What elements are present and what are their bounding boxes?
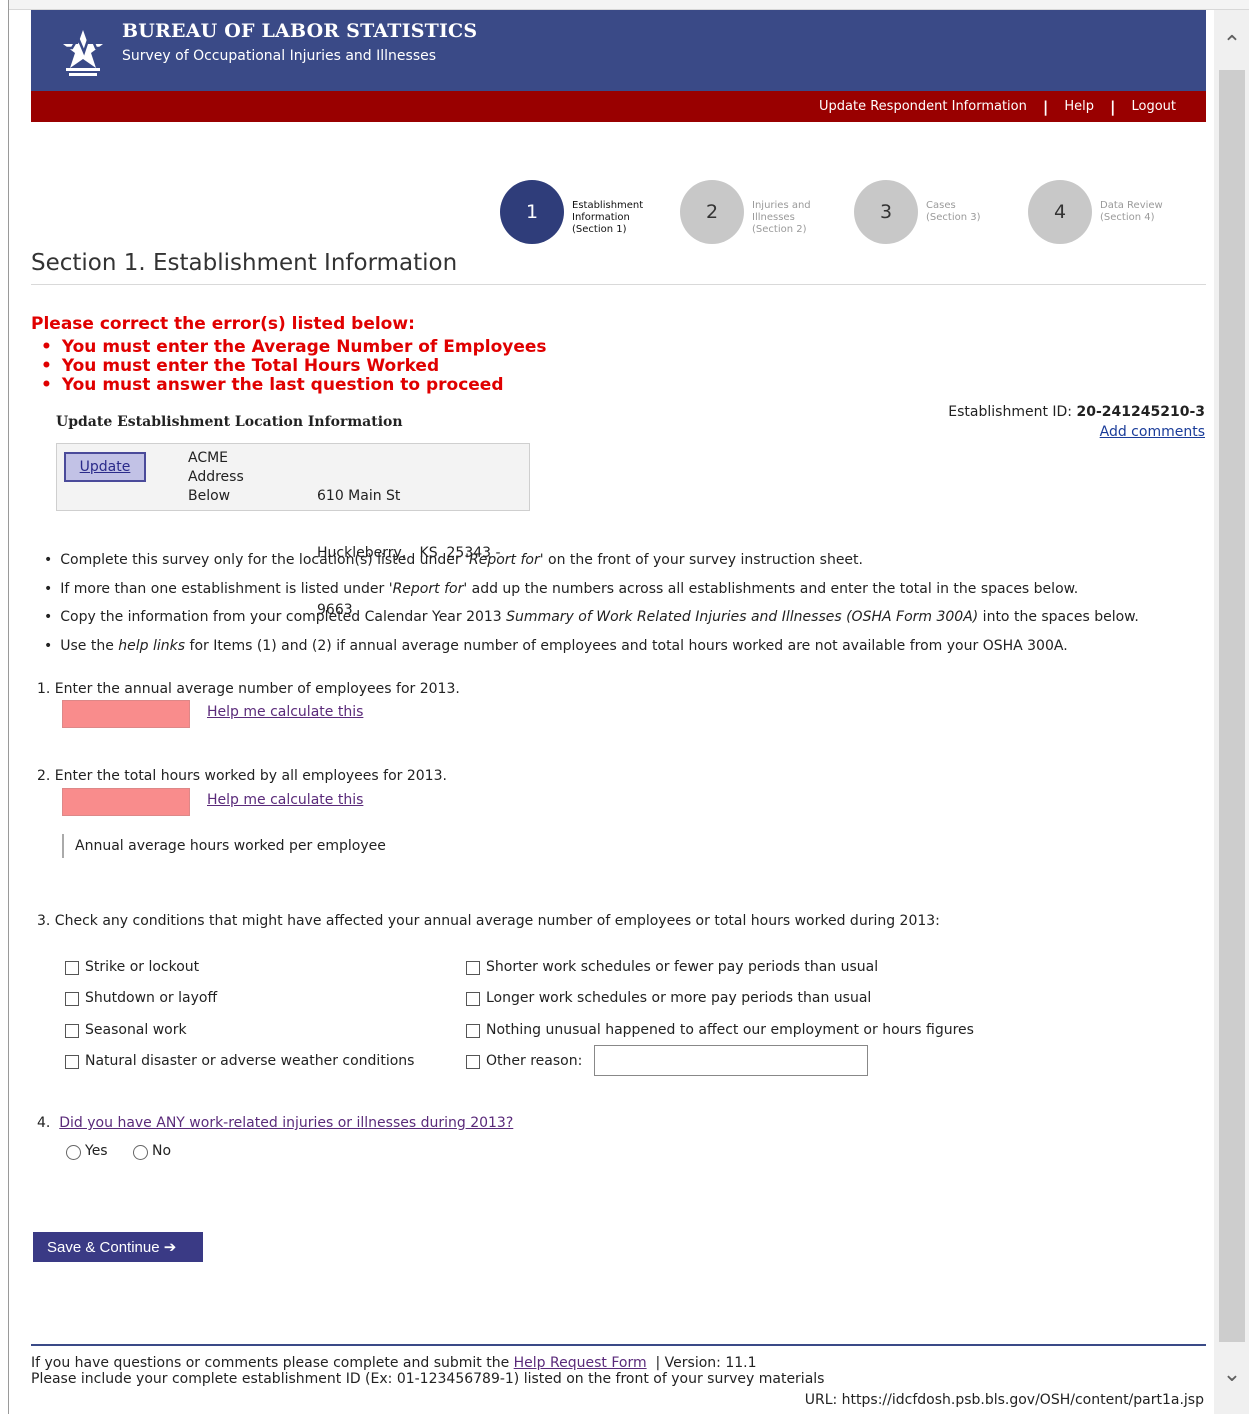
bls-logo-icon	[60, 30, 106, 76]
footer-divider	[31, 1344, 1206, 1346]
address-box: Update ACME Address Below 610 Main St Hu…	[56, 443, 530, 618]
save-continue-button[interactable]: Save & Continue ➔	[33, 1232, 203, 1262]
checkbox-box[interactable]	[65, 961, 79, 975]
step-4-label: Data Review (Section 4)	[1100, 200, 1163, 223]
step-1-circle: 1	[500, 180, 564, 244]
footer-url: URL: https://idcfdosh.psb.bls.gov/OSH/co…	[804, 1392, 1204, 1408]
instructions-list: Complete this survey only for the locati…	[44, 546, 1139, 660]
checkbox-shutdown[interactable]: Shutdown or layoff	[65, 989, 217, 1006]
nav-separator: |	[1042, 97, 1049, 116]
footer-id-note: Please include your complete establishme…	[31, 1371, 825, 1387]
update-location-heading: Update Establishment Location Informatio…	[56, 414, 403, 430]
update-respondent-link[interactable]: Update Respondent Information	[819, 99, 1027, 114]
checkbox-seasonal[interactable]: Seasonal work	[65, 1021, 187, 1038]
checkbox-box[interactable]	[466, 1055, 480, 1069]
nav-separator: |	[1110, 97, 1116, 116]
instruction-item: If more than one establishment is listed…	[44, 575, 1139, 604]
help-request-form-link[interactable]: Help Request Form	[514, 1355, 647, 1371]
add-comments-link[interactable]: Add comments	[1100, 424, 1205, 440]
q4-link[interactable]: Did you have ANY work-related injuries o…	[59, 1115, 513, 1131]
avg-employees-input[interactable]	[62, 700, 190, 728]
checkbox-strike[interactable]: Strike or lockout	[65, 958, 199, 975]
error-heading: Please correct the error(s) listed below…	[31, 314, 415, 334]
avg-hours-per-employee: Annual average hours worked per employee	[62, 834, 386, 858]
logout-link[interactable]: Logout	[1131, 99, 1176, 114]
top-nav-bar: Update Respondent Information | Help | L…	[31, 91, 1206, 122]
q1-help-link[interactable]: Help me calculate this	[207, 704, 363, 720]
step-3-label: Cases (Section 3)	[926, 200, 981, 223]
scroll-down-icon[interactable]: ⌄	[1219, 1360, 1245, 1390]
radio-circle[interactable]	[66, 1145, 81, 1160]
error-list: You must enter the Average Number of Emp…	[41, 338, 547, 395]
step-1-label: Establishment Information (Section 1)	[572, 200, 644, 235]
radio-circle[interactable]	[133, 1145, 148, 1160]
instruction-item: Complete this survey only for the locati…	[44, 546, 1139, 575]
step-4-circle[interactable]: 4	[1028, 180, 1092, 244]
checkbox-box[interactable]	[65, 1055, 79, 1069]
agency-title: BUREAU OF LABOR STATISTICS	[122, 20, 478, 42]
update-button[interactable]: Update	[64, 452, 146, 482]
q4-number: 4.	[37, 1115, 51, 1131]
checkbox-longer-schedules[interactable]: Longer work schedules or more pay period…	[466, 989, 871, 1006]
footer-help-text: If you have questions or comments please…	[31, 1355, 757, 1371]
survey-subtitle: Survey of Occupational Injuries and Illn…	[122, 48, 437, 64]
title-divider	[31, 284, 1206, 285]
q1-label: 1. Enter the annual average number of em…	[37, 681, 460, 697]
checkbox-box[interactable]	[65, 1024, 79, 1038]
instruction-item: Use the help links for Items (1) and (2)…	[44, 632, 1139, 661]
help-link[interactable]: Help	[1064, 99, 1094, 114]
checkbox-nothing-unusual[interactable]: Nothing unusual happened to affect our e…	[466, 1021, 974, 1038]
establishment-id: Establishment ID: 20-241245210-3	[948, 404, 1205, 420]
checkbox-box[interactable]	[466, 1024, 480, 1038]
error-item: You must answer the last question to pro…	[41, 376, 547, 395]
checkbox-box[interactable]	[65, 992, 79, 1006]
checkbox-box[interactable]	[466, 961, 480, 975]
step-3-circle[interactable]: 3	[854, 180, 918, 244]
error-item: You must enter the Total Hours Worked	[41, 357, 547, 376]
scroll-up-icon[interactable]: ⌃	[1219, 30, 1245, 60]
q4-question: 4. Did you have ANY work-related injurie…	[37, 1115, 513, 1131]
checkbox-box[interactable]	[466, 992, 480, 1006]
radio-no[interactable]: No	[133, 1141, 171, 1160]
window-top-edge	[0, 0, 1249, 10]
establishment-id-label: Establishment ID:	[948, 404, 1073, 420]
instruction-item: Copy the information from your completed…	[44, 603, 1139, 632]
q2-label: 2. Enter the total hours worked by all e…	[37, 768, 447, 784]
establishment-name: ACME Address Below	[188, 450, 244, 504]
total-hours-input[interactable]	[62, 788, 190, 816]
checkbox-other-reason[interactable]: Other reason:	[466, 1052, 582, 1069]
checkbox-natural-disaster[interactable]: Natural disaster or adverse weather cond…	[65, 1052, 414, 1069]
error-item: You must enter the Average Number of Emp…	[41, 338, 547, 357]
window-left-edge	[0, 0, 9, 1414]
radio-yes[interactable]: Yes	[66, 1141, 108, 1160]
q3-label: 3. Check any conditions that might have …	[37, 913, 940, 929]
step-2-label: Injuries and Illnesses (Section 2)	[752, 200, 811, 235]
establishment-id-value: 20-241245210-3	[1076, 404, 1205, 420]
checkbox-shorter-schedules[interactable]: Shorter work schedules or fewer pay peri…	[466, 958, 878, 975]
scrollbar-thumb[interactable]	[1219, 70, 1245, 1342]
other-reason-input[interactable]	[594, 1045, 868, 1076]
q2-help-link[interactable]: Help me calculate this	[207, 792, 363, 808]
step-2-circle[interactable]: 2	[680, 180, 744, 244]
page-title: Section 1. Establishment Information	[31, 250, 458, 276]
